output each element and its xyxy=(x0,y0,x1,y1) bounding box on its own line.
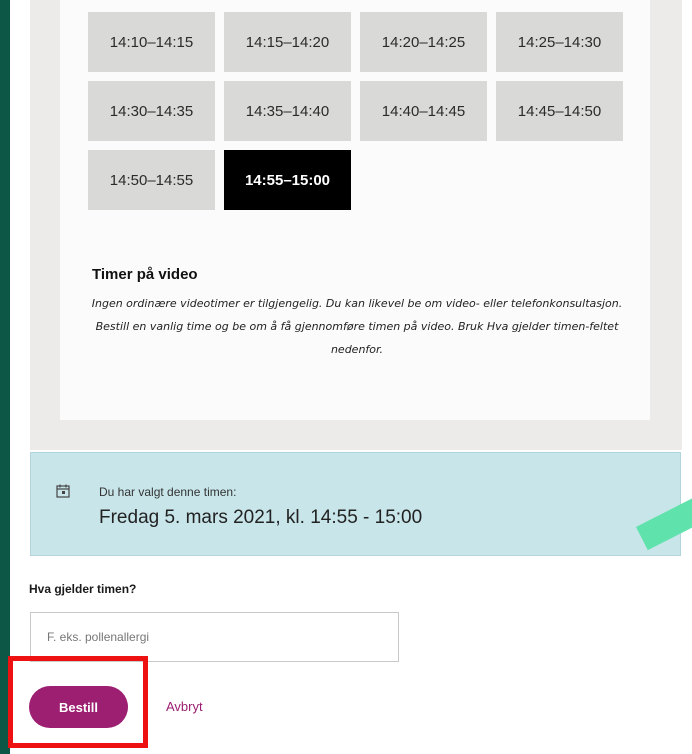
time-slot[interactable]: 14:35–14:40 xyxy=(224,81,351,141)
reason-label: Hva gjelder timen? xyxy=(29,582,137,596)
selected-appointment-label: Du har valgt denne timen: xyxy=(99,485,237,499)
time-slot[interactable]: 14:30–14:35 xyxy=(88,81,215,141)
time-slot[interactable]: 14:40–14:45 xyxy=(360,81,487,141)
time-slot[interactable]: 14:45–14:50 xyxy=(496,81,623,141)
time-slot[interactable]: 14:10–14:15 xyxy=(88,12,215,72)
time-slot[interactable]: 14:25–14:30 xyxy=(496,12,623,72)
time-slot-selected[interactable]: 14:55–15:00 xyxy=(224,150,351,210)
calendar-icon xyxy=(55,483,71,499)
video-section-title: Timer på video xyxy=(92,266,198,283)
reason-input[interactable] xyxy=(30,612,399,662)
time-slot[interactable]: 14:20–14:25 xyxy=(360,12,487,72)
time-slot[interactable]: 14:15–14:20 xyxy=(224,12,351,72)
avbryt-link[interactable]: Avbryt xyxy=(166,699,203,714)
time-slot[interactable]: 14:50–14:55 xyxy=(88,150,215,210)
highlight-box xyxy=(8,656,148,748)
video-section-text: Ingen ordinære videotimer er tilgjengeli… xyxy=(91,297,623,356)
selected-appointment-value: Fredag 5. mars 2021, kl. 14:55 - 15:00 xyxy=(99,507,423,528)
selected-appointment-box: Du har valgt denne timen: Fredag 5. mars… xyxy=(30,452,681,556)
